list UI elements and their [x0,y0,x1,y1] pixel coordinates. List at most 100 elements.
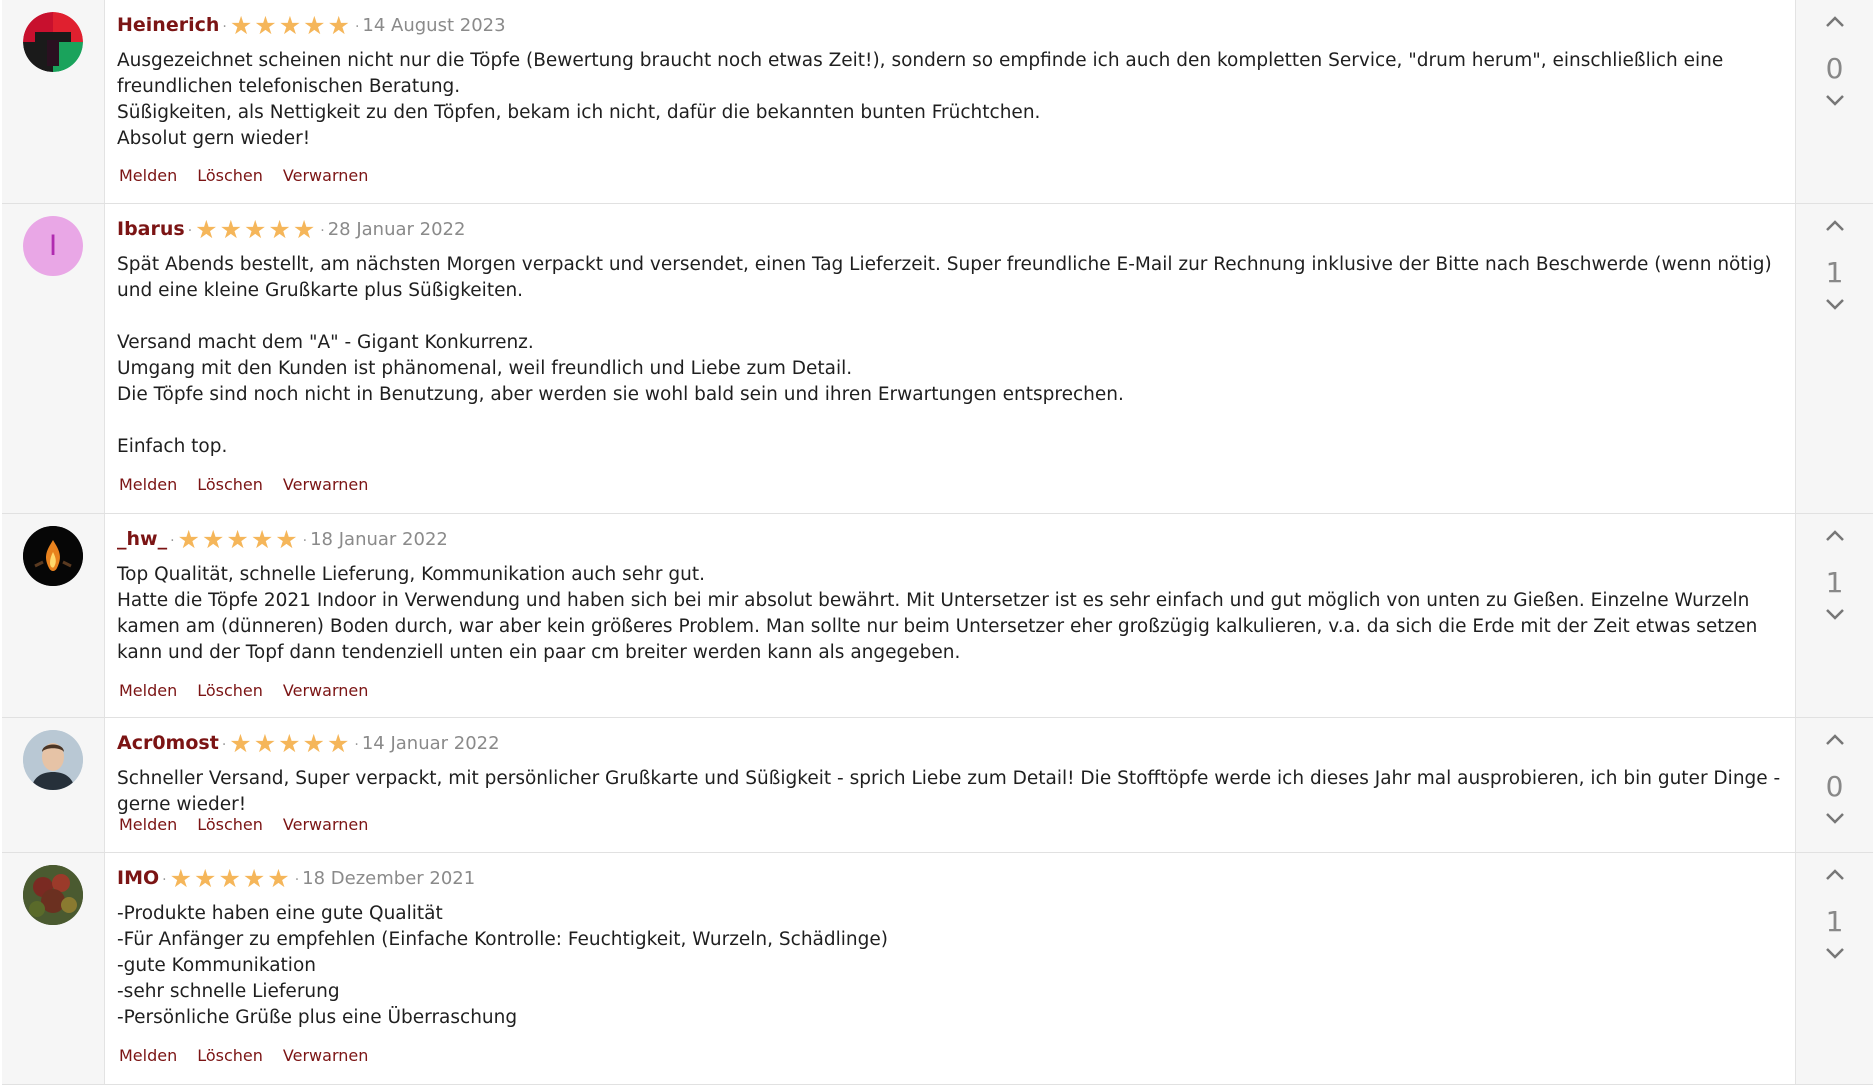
avatar[interactable] [23,526,83,586]
star-icon: ★ [253,729,277,758]
star-icon: ★ [292,215,316,244]
star-icon: ★ [229,729,252,758]
delete-link[interactable]: Löschen [197,475,263,494]
warn-link[interactable]: Verwarnen [283,681,368,700]
star-icon: ★ [326,729,350,758]
review-meta: IMO · ★★★★★ · 18 Dezember 2021 [117,864,476,893]
separator: · [354,737,359,753]
review-date: 18 Dezember 2021 [302,868,476,889]
chevron-up-icon[interactable] [1823,863,1847,887]
chevron-up-icon[interactable] [1823,728,1847,752]
vote-column: 0 [1795,718,1873,852]
review-text: Top Qualität, schnelle Lieferung, Kommun… [117,564,1758,663]
star-icon: ★ [268,215,291,244]
avatar[interactable] [23,865,83,925]
delete-link[interactable]: Löschen [197,815,263,834]
report-link[interactable]: Melden [119,475,177,494]
star-icon: ★ [303,11,326,40]
star-icon: ★ [194,864,217,893]
author-name[interactable]: Acr0most [117,732,219,754]
review-text: Schneller Versand, Super verpackt, mit p… [117,768,1781,815]
review-actions: Melden Löschen Verwarnen [119,681,388,700]
review-date: 14 August 2023 [362,15,506,36]
report-link[interactable]: Melden [119,815,177,834]
star-icon: ★ [201,525,225,554]
chevron-down-icon[interactable] [1823,292,1847,316]
chevron-up-icon[interactable] [1823,524,1847,548]
review-actions: Melden Löschen Verwarnen [119,815,388,834]
star-icon: ★ [250,525,274,554]
warn-link[interactable]: Verwarnen [283,475,368,494]
separator: · [162,872,167,888]
review-item: Acr0most · ★★★★★ · 14 Januar 2022 Schneller … [2,718,1873,853]
separator: · [302,533,308,549]
review-meta: _hw_ · ★★★★★ · 18 Januar 2022 [117,525,448,554]
vote-count: 1 [1825,256,1844,289]
star-icon: ★ [254,11,277,40]
vote-column: 1 [1795,514,1873,717]
chevron-up-icon[interactable] [1823,214,1847,238]
delete-link[interactable]: Löschen [197,166,263,185]
avatar-letter: I [48,229,58,262]
author-name[interactable]: _hw_ [117,528,167,550]
avatar-column: I [2,204,105,513]
warn-link[interactable]: Verwarnen [283,815,368,834]
report-link[interactable]: Melden [119,1046,177,1065]
star-icon: ★ [278,729,301,758]
review-actions: Melden Löschen Verwarnen [119,166,388,185]
star-icon: ★ [278,11,302,40]
avatar-column [2,0,105,203]
separator: · [320,223,325,239]
author-name[interactable]: Ibarus [117,218,185,240]
avatar[interactable] [23,12,83,72]
review-date: 14 Januar 2022 [361,733,500,754]
review-meta: Heinerich · ★★★★★ · 14 August 2023 [117,13,506,40]
star-icon: ★ [226,525,249,554]
chevron-up-icon[interactable] [1823,10,1847,34]
review-text: -Produkte haben eine gute Qualität -Für … [117,903,888,1028]
star-icon: ★ [219,215,242,244]
separator: · [222,19,227,35]
report-link[interactable]: Melden [119,166,177,185]
review-text: Ausgezeichnet scheinen nicht nur die Töp… [117,50,1724,149]
separator: · [354,19,360,35]
review-date: 28 Januar 2022 [327,219,466,240]
review-actions: Melden Löschen Verwarnen [119,1046,388,1065]
review-text: Spät Abends bestellt, am nächsten Morgen… [117,254,1772,457]
separator: · [187,223,193,239]
review-meta: Acr0most · ★★★★★ · 14 Januar 2022 [117,729,500,758]
chevron-down-icon[interactable] [1823,941,1847,965]
review-item: IMO · ★★★★★ · 18 Dezember 2021 -Produkte hab… [2,853,1873,1085]
star-icon: ★ [218,864,241,893]
vote-column: 0 [1795,0,1873,203]
vote-count: 0 [1825,770,1844,803]
warn-link[interactable]: Verwarnen [283,1046,368,1065]
star-rating: ★★★★★ [230,13,352,39]
warn-link[interactable]: Verwarnen [283,166,368,185]
avatar[interactable] [23,730,83,790]
vote-column: 1 [1795,853,1873,1084]
delete-link[interactable]: Löschen [197,1046,263,1065]
chevron-down-icon[interactable] [1823,806,1847,830]
author-name[interactable]: IMO [117,867,159,889]
review-item: Heinerich · ★★★★★ · 14 August 2023 Ausgezeic… [2,0,1873,204]
separator: · [170,533,175,549]
review-item: I Ibarus · ★★★★★ · 28 Januar 2022 Spät Abend… [2,204,1873,514]
avatar-column [2,853,105,1084]
avatar-column [2,718,105,852]
vote-count: 1 [1825,566,1844,599]
author-name[interactable]: Heinerich [117,14,219,36]
star-icon: ★ [177,525,200,554]
star-icon: ★ [275,525,298,554]
chevron-down-icon[interactable] [1823,88,1847,112]
review-item: _hw_ · ★★★★★ · 18 Januar 2022 Top Qualität, … [2,514,1873,718]
report-link[interactable]: Melden [119,681,177,700]
star-icon: ★ [267,864,290,893]
delete-link[interactable]: Löschen [197,681,263,700]
chevron-down-icon[interactable] [1823,602,1847,626]
avatar[interactable]: I [23,216,83,276]
vote-column: 1 [1795,204,1873,513]
star-icon: ★ [302,729,325,758]
separator: · [294,872,300,888]
review-actions: Melden Löschen Verwarnen [119,475,388,494]
